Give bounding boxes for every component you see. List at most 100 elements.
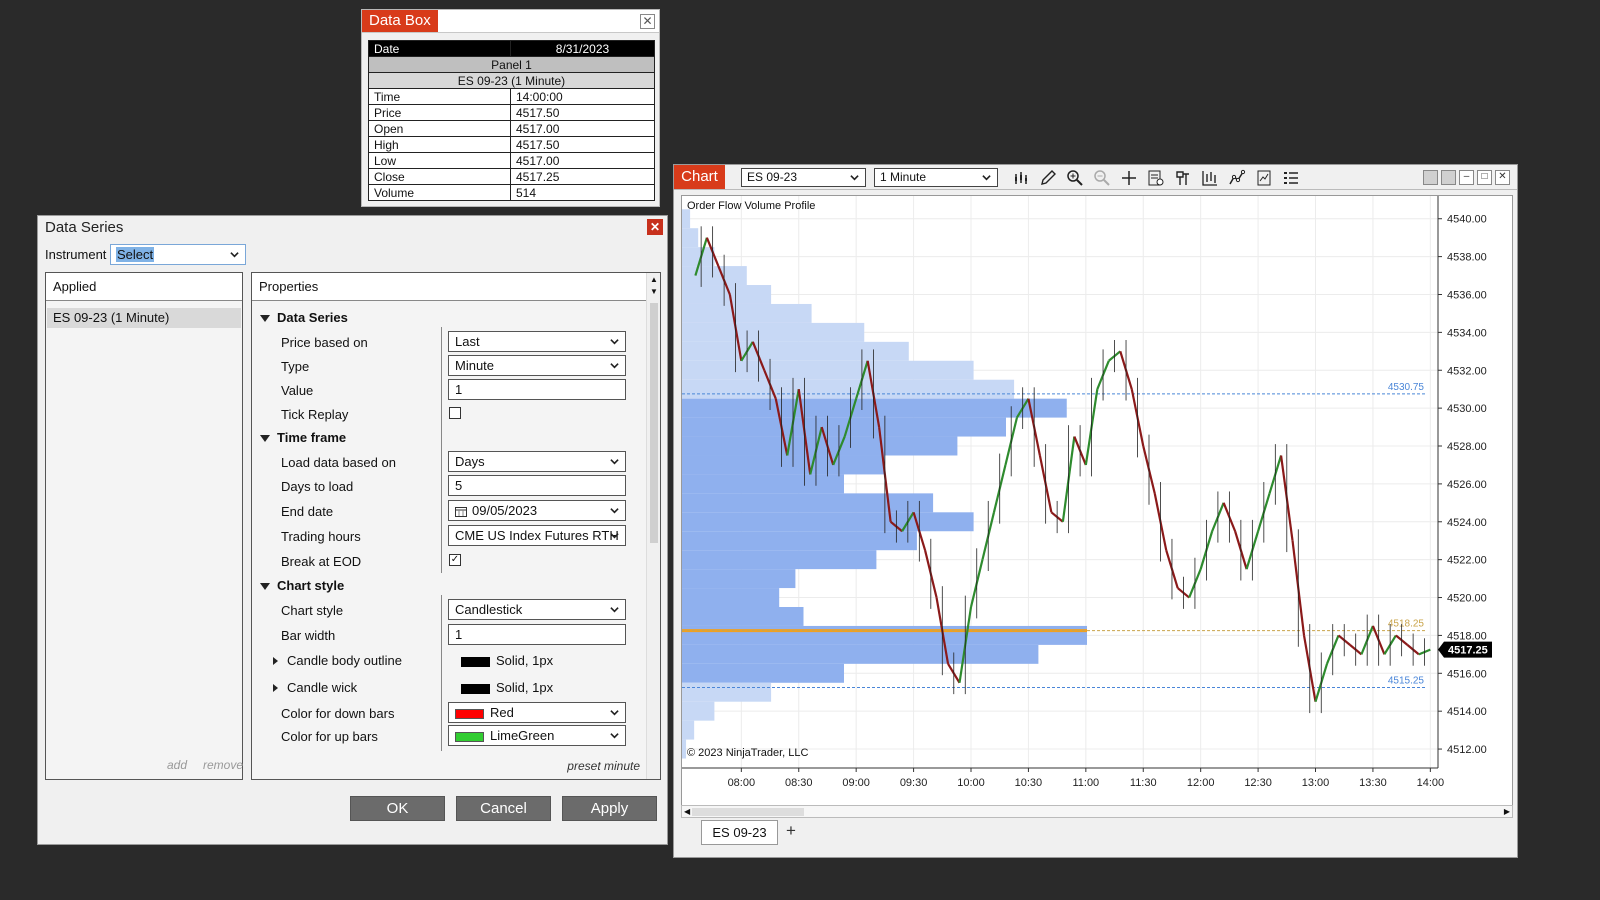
properties-icon[interactable] xyxy=(1174,169,1192,187)
window-link-icon[interactable] xyxy=(1423,170,1438,185)
apply-button[interactable]: Apply xyxy=(562,796,657,821)
volume-profile-bar xyxy=(682,720,695,740)
data-box-titlebar[interactable]: Data Box ✕ xyxy=(362,10,659,33)
section-label: Data Series xyxy=(277,310,348,325)
strategies-icon[interactable] xyxy=(1255,169,1273,187)
trading-hours-select[interactable]: CME US Index Futures RTH xyxy=(448,525,626,546)
expand-triangle-icon[interactable] xyxy=(273,684,278,692)
scroll-thumb[interactable] xyxy=(692,808,804,816)
price-based-on-label: Price based on xyxy=(281,335,368,350)
chart-area[interactable]: 4530.75 4518.25 4515.25 4540.00 4538.00 4536.… xyxy=(681,195,1513,810)
break-at-eod-label: Break at EOD xyxy=(281,554,362,569)
color-swatch xyxy=(461,656,490,667)
section-time-frame[interactable]: Time frame xyxy=(260,430,346,445)
chart-window-title[interactable]: Chart xyxy=(674,165,725,189)
data-box-icon[interactable] xyxy=(1147,169,1165,187)
chevron-down-icon xyxy=(610,363,619,369)
bars-type-icon[interactable] xyxy=(1012,169,1030,187)
zoom-out-icon[interactable] xyxy=(1093,169,1111,187)
dialog-titlebar[interactable]: Data Series ✕ xyxy=(38,216,667,239)
x-tick-label: 13:00 xyxy=(1302,777,1330,789)
body-outline-value[interactable]: Solid, 1px xyxy=(457,653,553,668)
chart-style-select[interactable]: Candlestick xyxy=(448,599,626,620)
y-tick-label: 4530.00 xyxy=(1447,403,1487,415)
type-select[interactable]: Minute xyxy=(448,355,626,376)
y-tick-label: 4512.00 xyxy=(1447,744,1487,756)
cancel-button[interactable]: Cancel xyxy=(456,796,551,821)
chevron-down-icon xyxy=(850,175,859,181)
volume-profile-bar xyxy=(682,569,796,589)
instrument-select[interactable]: Select xyxy=(110,244,246,265)
days-to-load-input[interactable]: 5 xyxy=(448,475,626,496)
chevron-down-icon xyxy=(610,339,619,345)
price-level-label: 4518.25 xyxy=(1388,619,1425,630)
up-color-select[interactable]: LimeGreen xyxy=(448,725,626,746)
row-label: Time xyxy=(368,88,511,105)
scroll-up-icon[interactable]: ▲ xyxy=(650,275,658,284)
add-tab-button[interactable]: + xyxy=(781,822,801,842)
days-to-load-label: Days to load xyxy=(281,479,354,494)
section-data-series[interactable]: Data Series xyxy=(260,310,348,325)
chart-horizontal-scrollbar[interactable]: ◀ ▶ xyxy=(681,805,1513,818)
price-chart[interactable]: 4530.75 4518.25 4515.25 4540.00 4538.00 4536.… xyxy=(682,196,1512,809)
trading-hours-label: Trading hours xyxy=(281,529,361,544)
value-input[interactable]: 1 xyxy=(448,379,626,400)
indicators-icon[interactable] xyxy=(1228,169,1246,187)
calendar-icon xyxy=(455,507,467,517)
interval-select[interactable]: 1 Minute xyxy=(874,168,998,187)
last-price-label: 4517.25 xyxy=(1448,645,1488,657)
break-at-eod-checkbox[interactable]: ✓ xyxy=(449,554,461,566)
instrument-label: ES 09-23 (1 Minute) xyxy=(368,72,655,89)
y-tick-label: 4516.00 xyxy=(1447,668,1487,680)
crosshair-icon[interactable] xyxy=(1120,169,1138,187)
end-date-picker[interactable]: 09/05/2023 xyxy=(448,500,626,521)
down-color-select[interactable]: Red xyxy=(448,702,626,723)
tab-es-09-23[interactable]: ES 09-23 xyxy=(701,820,778,845)
y-tick-label: 4532.00 xyxy=(1447,365,1487,377)
scroll-right-icon[interactable]: ▶ xyxy=(1504,806,1510,818)
close-icon[interactable]: ✕ xyxy=(640,14,655,29)
applied-item[interactable]: ES 09-23 (1 Minute) xyxy=(47,308,241,328)
instrument-select[interactable]: ES 09-23 xyxy=(741,168,866,187)
ok-button[interactable]: OK xyxy=(350,796,445,821)
y-tick-label: 4518.00 xyxy=(1447,630,1487,642)
chevron-down-icon xyxy=(610,533,619,539)
row-value: 514 xyxy=(510,184,655,201)
volume-profile-bar xyxy=(682,266,747,286)
scroll-down-icon[interactable]: ▼ xyxy=(650,287,658,296)
zoom-in-icon[interactable] xyxy=(1066,169,1084,187)
minimize-icon[interactable]: – xyxy=(1459,170,1474,185)
remove-link[interactable]: remove xyxy=(203,758,243,772)
x-tick-label: 11:30 xyxy=(1130,777,1157,789)
tick-replay-checkbox[interactable] xyxy=(449,407,461,419)
draw-pencil-icon[interactable] xyxy=(1039,169,1057,187)
maximize-icon[interactable]: □ xyxy=(1477,170,1492,185)
section-chart-style[interactable]: Chart style xyxy=(260,578,344,593)
candle-wick-value[interactable]: Solid, 1px xyxy=(457,680,553,695)
price-based-on-select[interactable]: Last xyxy=(448,331,626,352)
volume-profile-bar xyxy=(682,379,1015,399)
select-value: Candlestick xyxy=(455,602,523,617)
chart-trader-icon[interactable] xyxy=(1201,169,1219,187)
scroll-thumb[interactable] xyxy=(650,303,658,543)
close-icon[interactable]: ✕ xyxy=(647,219,663,235)
data-box-window: Data Box ✕ Date 8/31/2023 Panel 1 ES 09-2… xyxy=(361,9,660,207)
bar-width-label: Bar width xyxy=(281,628,336,643)
expand-triangle-icon[interactable] xyxy=(273,657,278,665)
properties-scrollbar[interactable]: ▲ ▼ xyxy=(646,273,660,779)
close-icon[interactable]: ✕ xyxy=(1495,170,1510,185)
properties-header: Properties xyxy=(252,273,660,301)
scroll-left-icon[interactable]: ◀ xyxy=(684,806,690,818)
volume-profile-bar xyxy=(682,455,885,475)
window-instrument-link-icon[interactable] xyxy=(1441,170,1456,185)
add-link[interactable]: add xyxy=(167,758,187,772)
volume-profile-bar xyxy=(682,474,844,494)
templates-icon[interactable] xyxy=(1282,169,1300,187)
bar-width-input[interactable]: 1 xyxy=(448,624,626,645)
preset-link[interactable]: preset minute xyxy=(567,759,640,773)
volume-profile-bar xyxy=(682,663,844,683)
price-level-label: 4515.25 xyxy=(1388,676,1425,687)
load-based-on-select[interactable]: Days xyxy=(448,451,626,472)
x-tick-label: 10:30 xyxy=(1015,777,1043,789)
x-tick-label: 08:00 xyxy=(728,777,756,789)
